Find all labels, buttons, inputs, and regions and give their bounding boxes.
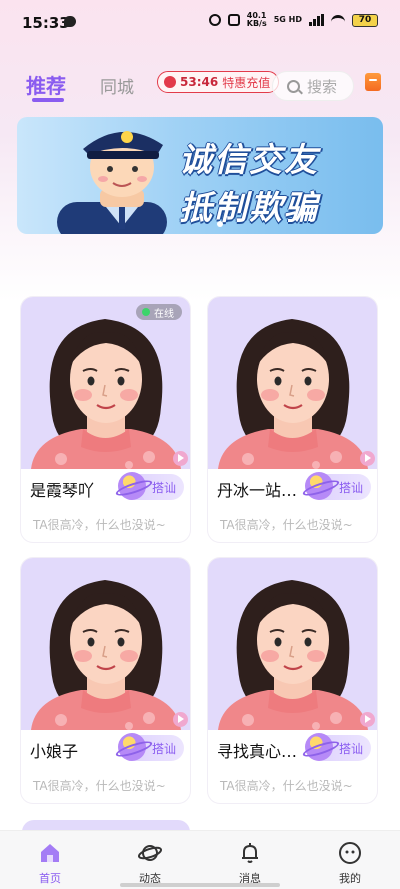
online-status-label: 在线 xyxy=(154,308,174,320)
bottom-nav: 首页 动态 消息 我的 xyxy=(0,830,400,889)
status-bar: 15:33 40.1 KB/s 5G HD 70 xyxy=(0,0,400,46)
avatar-portrait xyxy=(31,580,181,730)
online-status-badge: 在线 xyxy=(136,304,182,320)
chat-up-button[interactable]: 搭讪 xyxy=(305,472,371,500)
planet-icon xyxy=(118,733,146,761)
profile-icon xyxy=(339,842,361,864)
home-indicator xyxy=(120,883,280,887)
planet-icon xyxy=(138,845,162,861)
search-placeholder: 搜索 xyxy=(307,77,338,96)
tab-recommend[interactable]: 推荐 xyxy=(26,70,66,99)
active-tab-indicator xyxy=(32,98,64,102)
banner-subheadline: 抵制欺骗 xyxy=(179,188,319,227)
alarm-icon xyxy=(208,14,221,26)
banner-headline: 诚信交友 xyxy=(179,140,319,179)
nav-profile-label: 我的 xyxy=(339,872,361,885)
play-icon[interactable] xyxy=(173,712,188,727)
planet-icon xyxy=(305,472,333,500)
user-card[interactable]: 在线 是霞琴吖 搭讪 TA很高冷，什么也没说~ xyxy=(21,297,190,542)
avatar-portrait xyxy=(31,319,181,469)
user-card[interactable]: 丹冰一站… 搭讪 TA很高冷，什么也没说~ xyxy=(208,297,377,542)
battery-indicator: 70 xyxy=(352,13,378,27)
user-photo[interactable] xyxy=(208,558,377,730)
promo-recharge-badge[interactable]: 53:46 特惠充值 xyxy=(157,71,280,93)
red-packet-icon[interactable] xyxy=(365,73,381,91)
chat-notification-icon xyxy=(64,16,76,27)
nav-home[interactable]: 首页 xyxy=(0,831,100,889)
tab-same-city[interactable]: 同城 xyxy=(100,73,134,98)
user-photo[interactable] xyxy=(21,558,190,730)
chat-up-label: 搭讪 xyxy=(151,480,176,495)
user-name: 寻找真心… xyxy=(217,742,298,761)
user-photo[interactable]: 在线 xyxy=(21,297,190,469)
play-icon[interactable] xyxy=(360,451,375,466)
promo-timer: 53:46 xyxy=(180,75,219,89)
user-name: 是霞琴吖 xyxy=(30,481,95,500)
user-bio: TA很高冷，什么也没说~ xyxy=(220,518,353,532)
network-speed: 40.1 KB/s xyxy=(247,12,267,28)
search-icon xyxy=(287,79,300,93)
user-name: 丹冰一站… xyxy=(217,481,298,500)
search-input[interactable]: 搜索 xyxy=(272,71,354,101)
wifi-icon xyxy=(331,15,345,25)
police-officer-illustration xyxy=(57,131,167,234)
status-indicators: 40.1 KB/s 5G HD 70 xyxy=(208,12,378,28)
home-icon xyxy=(41,844,59,862)
chat-up-button[interactable]: 搭讪 xyxy=(118,733,184,761)
user-name: 小娘子 xyxy=(30,742,79,761)
user-photo[interactable] xyxy=(208,297,377,469)
nav-profile[interactable]: 我的 xyxy=(300,831,400,889)
chat-up-label: 搭讪 xyxy=(338,741,363,756)
mute-icon xyxy=(227,14,240,26)
avatar-portrait xyxy=(218,580,368,730)
online-dot-icon xyxy=(142,308,150,316)
bell-icon xyxy=(242,843,258,863)
chat-up-label: 搭讪 xyxy=(338,480,363,495)
status-time: 15:33 xyxy=(22,14,70,32)
play-icon[interactable] xyxy=(173,451,188,466)
avatar-portrait xyxy=(218,319,368,469)
nav-messages[interactable]: 消息 xyxy=(200,831,300,889)
nav-home-label: 首页 xyxy=(39,872,61,885)
chat-up-button[interactable]: 搭讪 xyxy=(118,472,184,500)
user-bio: TA很高冷，什么也没说~ xyxy=(33,779,166,793)
chat-up-button[interactable]: 搭讪 xyxy=(305,733,371,761)
network-speed-unit: KB/s xyxy=(246,19,267,28)
promo-banner[interactable]: 诚信交友 抵制欺骗 xyxy=(17,117,383,234)
signal-icon xyxy=(309,14,324,26)
play-icon[interactable] xyxy=(360,712,375,727)
planet-icon xyxy=(305,733,333,761)
user-card[interactable]: 寻找真心… 搭讪 TA很高冷，什么也没说~ xyxy=(208,558,377,803)
flame-icon xyxy=(164,76,176,88)
signal-label: 5G HD xyxy=(273,15,302,24)
user-bio: TA很高冷，什么也没说~ xyxy=(220,779,353,793)
promo-label: 特惠充值 xyxy=(222,75,271,90)
planet-icon xyxy=(118,472,146,500)
nav-moments[interactable]: 动态 xyxy=(100,831,200,889)
chat-up-label: 搭讪 xyxy=(151,741,176,756)
user-card[interactable]: 小娘子 搭讪 TA很高冷，什么也没说~ xyxy=(21,558,190,803)
user-bio: TA很高冷，什么也没说~ xyxy=(33,518,166,532)
banner-page-indicator xyxy=(217,221,223,227)
